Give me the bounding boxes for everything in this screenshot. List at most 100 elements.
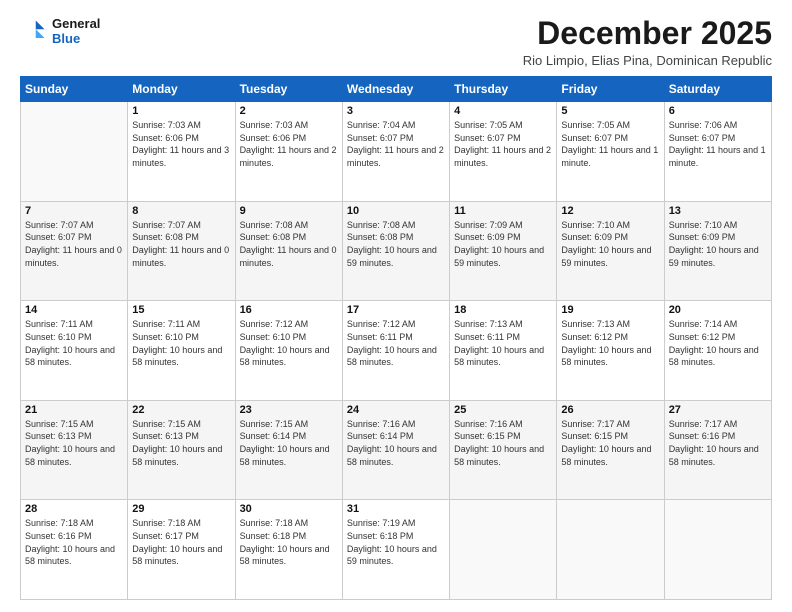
day-number: 5	[561, 105, 659, 117]
calendar-cell: 16 Sunrise: 7:12 AMSunset: 6:10 PMDayligh…	[235, 301, 342, 401]
day-info: Sunrise: 7:14 AMSunset: 6:12 PMDaylight:…	[669, 318, 767, 368]
calendar-cell: 30Sunrise: 7:18 AMSunset: 6:18 PMDayligh…	[235, 500, 342, 600]
calendar-cell: 26 Sunrise: 7:17 AMSunset: 6:15 PMDayligh…	[557, 400, 664, 500]
calendar-week-row: 14 Sunrise: 7:11 AMSunset: 6:10 PMDayligh…	[21, 301, 772, 401]
day-info: Sunrise: 7:12 AMSunset: 6:11 PMDaylight:…	[347, 318, 445, 368]
day-number: 30	[240, 503, 338, 515]
day-info: Sunrise: 7:05 AMSunset: 6:07 PMDaylight:…	[454, 119, 552, 169]
calendar-cell: 17 Sunrise: 7:12 AMSunset: 6:11 PMDayligh…	[342, 301, 449, 401]
day-number: 27	[669, 404, 767, 416]
day-info: Sunrise: 7:12 AMSunset: 6:10 PMDaylight:…	[240, 318, 338, 368]
calendar-cell: 18Sunrise: 7:13 AMSunset: 6:11 PMDayligh…	[450, 301, 557, 401]
weekday-header: Saturday	[664, 77, 771, 102]
day-info: Sunrise: 7:15 AMSunset: 6:13 PMDaylight:…	[25, 418, 123, 468]
calendar-cell: 6 Sunrise: 7:06 AMSunset: 6:07 PMDaylight…	[664, 102, 771, 202]
calendar-cell: 5 Sunrise: 7:05 AMSunset: 6:07 PMDaylight…	[557, 102, 664, 202]
day-info: Sunrise: 7:17 AMSunset: 6:15 PMDaylight:…	[561, 418, 659, 468]
day-info: Sunrise: 7:19 AMSunset: 6:18 PMDaylight:…	[347, 517, 445, 567]
day-info: Sunrise: 7:13 AMSunset: 6:11 PMDaylight:…	[454, 318, 552, 368]
day-number: 20	[669, 304, 767, 316]
day-number: 4	[454, 105, 552, 117]
day-info: Sunrise: 7:06 AMSunset: 6:07 PMDaylight:…	[669, 119, 767, 169]
day-number: 3	[347, 105, 445, 117]
day-info: Sunrise: 7:18 AMSunset: 6:16 PMDaylight:…	[25, 517, 123, 567]
calendar-cell: 4 Sunrise: 7:05 AMSunset: 6:07 PMDaylight…	[450, 102, 557, 202]
day-number: 8	[132, 205, 230, 217]
weekday-header: Sunday	[21, 77, 128, 102]
day-number: 1	[132, 105, 230, 117]
day-info: Sunrise: 7:03 AMSunset: 6:06 PMDaylight:…	[132, 119, 230, 169]
day-info: Sunrise: 7:18 AMSunset: 6:17 PMDaylight:…	[132, 517, 230, 567]
calendar-cell: 10 Sunrise: 7:08 AMSunset: 6:08 PMDayligh…	[342, 201, 449, 301]
day-number: 16	[240, 304, 338, 316]
calendar-cell	[21, 102, 128, 202]
calendar-cell: 1 Sunrise: 7:03 AMSunset: 6:06 PMDaylight…	[128, 102, 235, 202]
day-number: 10	[347, 205, 445, 217]
calendar-week-row: 28 Sunrise: 7:18 AMSunset: 6:16 PMDayligh…	[21, 500, 772, 600]
day-info: Sunrise: 7:11 AMSunset: 6:10 PMDaylight:…	[132, 318, 230, 368]
calendar-week-row: 7 Sunrise: 7:07 AMSunset: 6:07 PMDaylight…	[21, 201, 772, 301]
day-info: Sunrise: 7:07 AMSunset: 6:08 PMDaylight:…	[132, 219, 230, 269]
month-title: December 2025	[523, 16, 772, 51]
day-number: 14	[25, 304, 123, 316]
day-number: 21	[25, 404, 123, 416]
day-number: 17	[347, 304, 445, 316]
calendar-cell: 9Sunrise: 7:08 AMSunset: 6:08 PMDaylight…	[235, 201, 342, 301]
calendar-cell: 3 Sunrise: 7:04 AMSunset: 6:07 PMDaylight…	[342, 102, 449, 202]
calendar-cell: 24Sunrise: 7:16 AMSunset: 6:14 PMDayligh…	[342, 400, 449, 500]
calendar-cell	[664, 500, 771, 600]
calendar-cell: 8 Sunrise: 7:07 AMSunset: 6:08 PMDaylight…	[128, 201, 235, 301]
day-info: Sunrise: 7:05 AMSunset: 6:07 PMDaylight:…	[561, 119, 659, 169]
calendar-cell: 21 Sunrise: 7:15 AMSunset: 6:13 PMDayligh…	[21, 400, 128, 500]
day-number: 19	[561, 304, 659, 316]
day-info: Sunrise: 7:13 AMSunset: 6:12 PMDaylight:…	[561, 318, 659, 368]
calendar-cell: 2Sunrise: 7:03 AMSunset: 6:06 PMDaylight…	[235, 102, 342, 202]
calendar-cell: 25Sunrise: 7:16 AMSunset: 6:15 PMDayligh…	[450, 400, 557, 500]
calendar-cell	[557, 500, 664, 600]
day-number: 6	[669, 105, 767, 117]
calendar-cell: 15 Sunrise: 7:11 AMSunset: 6:10 PMDayligh…	[128, 301, 235, 401]
calendar-cell: 22Sunrise: 7:15 AMSunset: 6:13 PMDayligh…	[128, 400, 235, 500]
weekday-header: Tuesday	[235, 77, 342, 102]
day-number: 23	[240, 404, 338, 416]
day-info: Sunrise: 7:03 AMSunset: 6:06 PMDaylight:…	[240, 119, 338, 169]
day-info: Sunrise: 7:15 AMSunset: 6:14 PMDaylight:…	[240, 418, 338, 468]
day-info: Sunrise: 7:08 AMSunset: 6:08 PMDaylight:…	[347, 219, 445, 269]
calendar-cell	[450, 500, 557, 600]
day-info: Sunrise: 7:15 AMSunset: 6:13 PMDaylight:…	[132, 418, 230, 468]
day-info: Sunrise: 7:09 AMSunset: 6:09 PMDaylight:…	[454, 219, 552, 269]
day-info: Sunrise: 7:08 AMSunset: 6:08 PMDaylight:…	[240, 219, 338, 269]
title-section: December 2025 Rio Limpio, Elias Pina, Do…	[523, 16, 772, 68]
weekday-header: Friday	[557, 77, 664, 102]
weekday-header: Thursday	[450, 77, 557, 102]
calendar-cell: 19 Sunrise: 7:13 AMSunset: 6:12 PMDayligh…	[557, 301, 664, 401]
day-number: 12	[561, 205, 659, 217]
day-info: Sunrise: 7:16 AMSunset: 6:15 PMDaylight:…	[454, 418, 552, 468]
calendar-week-row: 21 Sunrise: 7:15 AMSunset: 6:13 PMDayligh…	[21, 400, 772, 500]
calendar-cell: 29Sunrise: 7:18 AMSunset: 6:17 PMDayligh…	[128, 500, 235, 600]
day-number: 11	[454, 205, 552, 217]
calendar-cell: 14 Sunrise: 7:11 AMSunset: 6:10 PMDayligh…	[21, 301, 128, 401]
calendar-cell: 27 Sunrise: 7:17 AMSunset: 6:16 PMDayligh…	[664, 400, 771, 500]
calendar-page: General Blue December 2025 Rio Limpio, E…	[0, 0, 792, 612]
day-number: 28	[25, 503, 123, 515]
page-header: General Blue December 2025 Rio Limpio, E…	[20, 16, 772, 68]
calendar-week-row: 1 Sunrise: 7:03 AMSunset: 6:06 PMDaylight…	[21, 102, 772, 202]
day-info: Sunrise: 7:11 AMSunset: 6:10 PMDaylight:…	[25, 318, 123, 368]
weekday-header-row: SundayMondayTuesdayWednesdayThursdayFrid…	[21, 77, 772, 102]
calendar-table: SundayMondayTuesdayWednesdayThursdayFrid…	[20, 76, 772, 600]
calendar-cell: 31Sunrise: 7:19 AMSunset: 6:18 PMDayligh…	[342, 500, 449, 600]
calendar-cell: 11 Sunrise: 7:09 AMSunset: 6:09 PMDayligh…	[450, 201, 557, 301]
calendar-cell: 23 Sunrise: 7:15 AMSunset: 6:14 PMDayligh…	[235, 400, 342, 500]
logo-text: General Blue	[52, 16, 100, 46]
day-number: 26	[561, 404, 659, 416]
day-number: 15	[132, 304, 230, 316]
day-info: Sunrise: 7:07 AMSunset: 6:07 PMDaylight:…	[25, 219, 123, 269]
day-number: 24	[347, 404, 445, 416]
calendar-cell: 12Sunrise: 7:10 AMSunset: 6:09 PMDayligh…	[557, 201, 664, 301]
day-info: Sunrise: 7:04 AMSunset: 6:07 PMDaylight:…	[347, 119, 445, 169]
day-info: Sunrise: 7:17 AMSunset: 6:16 PMDaylight:…	[669, 418, 767, 468]
day-number: 7	[25, 205, 123, 217]
calendar-cell: 7 Sunrise: 7:07 AMSunset: 6:07 PMDaylight…	[21, 201, 128, 301]
calendar-cell: 20 Sunrise: 7:14 AMSunset: 6:12 PMDayligh…	[664, 301, 771, 401]
